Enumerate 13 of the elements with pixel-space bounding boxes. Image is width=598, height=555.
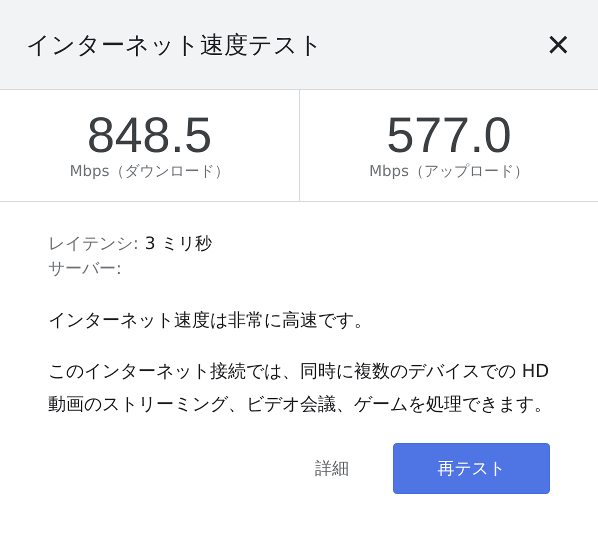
close-button[interactable]: × — [542, 24, 574, 64]
latency-value: 3 ミリ秒 — [144, 233, 212, 256]
details-button[interactable]: 詳細 — [305, 443, 359, 494]
latency-label: レイテンシ: — [48, 233, 139, 256]
retest-button[interactable]: 再テスト — [393, 443, 550, 494]
speed-unit: Mbps（ダウンロード） — [70, 162, 230, 181]
speed-value: 577.0 — [386, 110, 512, 160]
dialog-title: インターネット速度テスト — [26, 30, 323, 60]
speed-value: 848.5 — [86, 110, 212, 160]
verdict-text: インターネット速度は非常に高速です。 — [48, 309, 373, 333]
speed-unit: Mbps（アップロード） — [369, 162, 529, 181]
server-label: サーバー: — [48, 258, 122, 281]
description-text: このインターネット接続では、同時に複数のデバイスでの HD 動画のストリーミング、ビデオ会議、ゲームを処理できます。 — [48, 360, 553, 417]
